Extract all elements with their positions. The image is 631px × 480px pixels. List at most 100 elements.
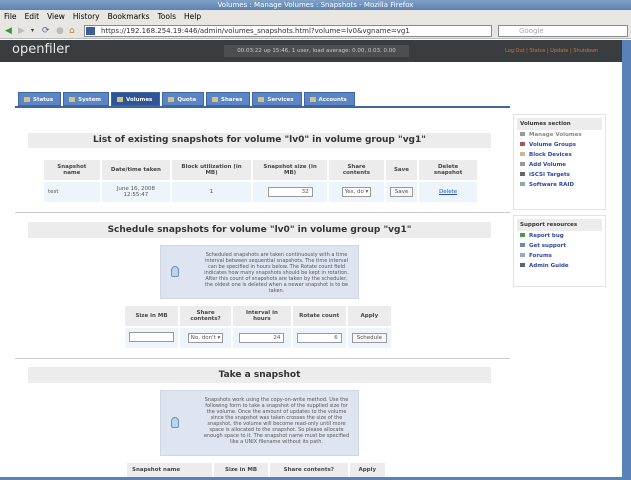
tab-services[interactable]: Services <box>252 92 302 106</box>
disk-icon <box>520 152 525 156</box>
shares-icon <box>212 97 219 102</box>
status-link[interactable]: Status <box>529 48 545 54</box>
volumes-section-title: Volumes section <box>517 118 602 130</box>
sidebar-item-report-bug[interactable]: Report bug <box>517 231 602 241</box>
sidebar-item-forums[interactable]: Forums <box>517 251 602 261</box>
sidebar-item-manage-volumes[interactable]: Manage Volumes <box>517 130 602 140</box>
menu-bar: File Edit View History Bookmarks Tools H… <box>0 10 631 23</box>
divider <box>15 358 510 359</box>
col-header: Block utilization (in MB) <box>172 160 251 180</box>
support-section-title: Support resources <box>517 219 602 231</box>
col-header: Size in MB <box>125 306 178 326</box>
accounts-icon <box>309 97 316 102</box>
snapshot-list-title: List of existing snapshots for volume "l… <box>28 133 491 148</box>
history-dropdown-icon[interactable]: ▾ <box>31 26 34 36</box>
services-icon <box>258 97 265 102</box>
shutdown-link[interactable]: Shutdown <box>573 48 598 54</box>
tab-shares[interactable]: Shares <box>206 92 251 106</box>
menu-edit[interactable]: Edit <box>25 10 40 23</box>
lightbulb-icon <box>171 266 179 277</box>
system-icon <box>69 97 76 102</box>
col-header: Apply <box>349 463 385 477</box>
tab-accounts[interactable]: Accounts <box>303 92 355 106</box>
app-header: openfiler 00:03:22 up 15:46, 1 user, loa… <box>0 40 622 62</box>
sidebar-item-add-volume[interactable]: Add Volume <box>517 160 602 170</box>
snapshot-name: test <box>44 182 100 202</box>
url-input[interactable]: https://192.168.254.19:446/admin/volumes… <box>84 25 492 37</box>
menu-view[interactable]: View <box>47 10 65 23</box>
col-header: Apply <box>347 306 391 326</box>
sidebar-item-block-devices[interactable]: Block Devices <box>517 150 602 160</box>
col-header: Share contents <box>329 160 384 180</box>
share-contents-select[interactable]: Yes, do ▾ <box>341 187 372 197</box>
snapshot-date: June 16, 2008 12:55:47 <box>101 182 171 202</box>
snapshot-list-table: Snapshot name Date/time taken Block util… <box>42 158 479 204</box>
raid-icon <box>520 182 525 186</box>
search-input[interactable]: Google <box>498 25 628 37</box>
support-resources-box: Support resources Report bug Get support… <box>513 215 606 287</box>
menu-bookmarks[interactable]: Bookmarks <box>108 10 150 23</box>
delete-link[interactable]: Delete <box>439 189 457 195</box>
share-value: No, don't <box>190 335 216 341</box>
col-header: Share contents? <box>180 306 232 326</box>
sidebar-item-get-support[interactable]: Get support <box>517 241 602 251</box>
col-header: Interval in hours <box>233 306 291 326</box>
tab-status[interactable]: Status <box>18 92 62 106</box>
share-value: Yes, do <box>344 189 364 195</box>
sidebar-item-volume-groups[interactable]: Volume Groups <box>517 140 602 150</box>
site-icon <box>86 27 95 35</box>
reload-icon[interactable]: ⟳ <box>42 26 50 36</box>
menu-history[interactable]: History <box>73 10 100 23</box>
window-title: Volumes : Manage Volumes : Snapshots - M… <box>0 0 631 10</box>
iscsi-icon <box>520 172 525 176</box>
lightbulb-icon <box>171 417 179 428</box>
stop-icon[interactable]: ● <box>56 26 64 36</box>
sidebar-item-iscsi-targets[interactable]: iSCSI Targets <box>517 170 602 180</box>
book-icon <box>520 263 525 267</box>
interval-input[interactable]: 24 <box>239 333 285 343</box>
schedule-info-box: Scheduled snapshots are taken continuous… <box>160 245 359 299</box>
logo: openfiler <box>12 42 70 57</box>
status-icon <box>24 97 30 102</box>
take-info-text: Snapshots work using the copy-on-write m… <box>203 397 350 445</box>
update-link[interactable]: Update <box>550 48 568 54</box>
menu-tools[interactable]: Tools <box>158 10 176 23</box>
top-links: Log Out | Status | Update | Shutdown <box>505 48 599 54</box>
menu-help[interactable]: Help <box>184 10 201 23</box>
tab-quota[interactable]: Quota <box>162 92 205 106</box>
quota-icon <box>168 97 175 102</box>
volumes-icon <box>117 97 124 102</box>
col-header: Snapshot name <box>44 160 100 180</box>
divider <box>15 212 510 213</box>
forward-icon[interactable]: ▶ <box>18 26 25 36</box>
tab-system[interactable]: System <box>63 92 110 106</box>
schedule-info-text: Scheduled snapshots are taken continuous… <box>204 252 349 294</box>
col-header: Save <box>385 160 418 180</box>
logout-link[interactable]: Log Out <box>505 48 525 54</box>
scrollbar[interactable] <box>622 40 631 477</box>
sidebar-item-software-raid[interactable]: Software RAID <box>517 180 602 190</box>
support-icon <box>520 243 525 247</box>
tab-volumes[interactable]: Volumes <box>111 92 161 106</box>
col-header: Share contents? <box>270 463 348 477</box>
col-header: Size in MB <box>214 463 269 477</box>
schedule-size-input[interactable] <box>129 332 174 342</box>
rotate-count-input[interactable]: 6 <box>296 333 342 343</box>
schedule-table: Size in MB Share contents? Interval in h… <box>123 304 393 350</box>
col-header: Delete snapshot <box>419 160 477 180</box>
main-tabs: Status System Volumes Quota Shares Servi… <box>18 92 355 106</box>
navigation-toolbar: ◀ ▶ ▾ ⟳ ● ⌂ https://192.168.254.19:446/a… <box>0 23 631 39</box>
back-icon[interactable]: ◀ <box>5 26 12 36</box>
menu-file[interactable]: File <box>4 10 17 23</box>
schedule-button[interactable]: Schedule <box>351 333 387 343</box>
sidebar-item-admin-guide[interactable]: Admin Guide <box>517 261 602 271</box>
col-header: Rotate count <box>292 306 346 326</box>
home-icon[interactable]: ⌂ <box>69 26 75 36</box>
col-header: Date/time taken <box>101 160 171 180</box>
snapshot-size-input[interactable]: 32 <box>267 187 313 197</box>
main-content: List of existing snapshots for volume "l… <box>15 106 510 478</box>
add-volume-icon <box>520 162 525 166</box>
schedule-share-select[interactable]: No, don't ▾ <box>187 333 224 343</box>
forums-icon <box>520 253 525 257</box>
save-button[interactable]: Save <box>389 187 414 197</box>
